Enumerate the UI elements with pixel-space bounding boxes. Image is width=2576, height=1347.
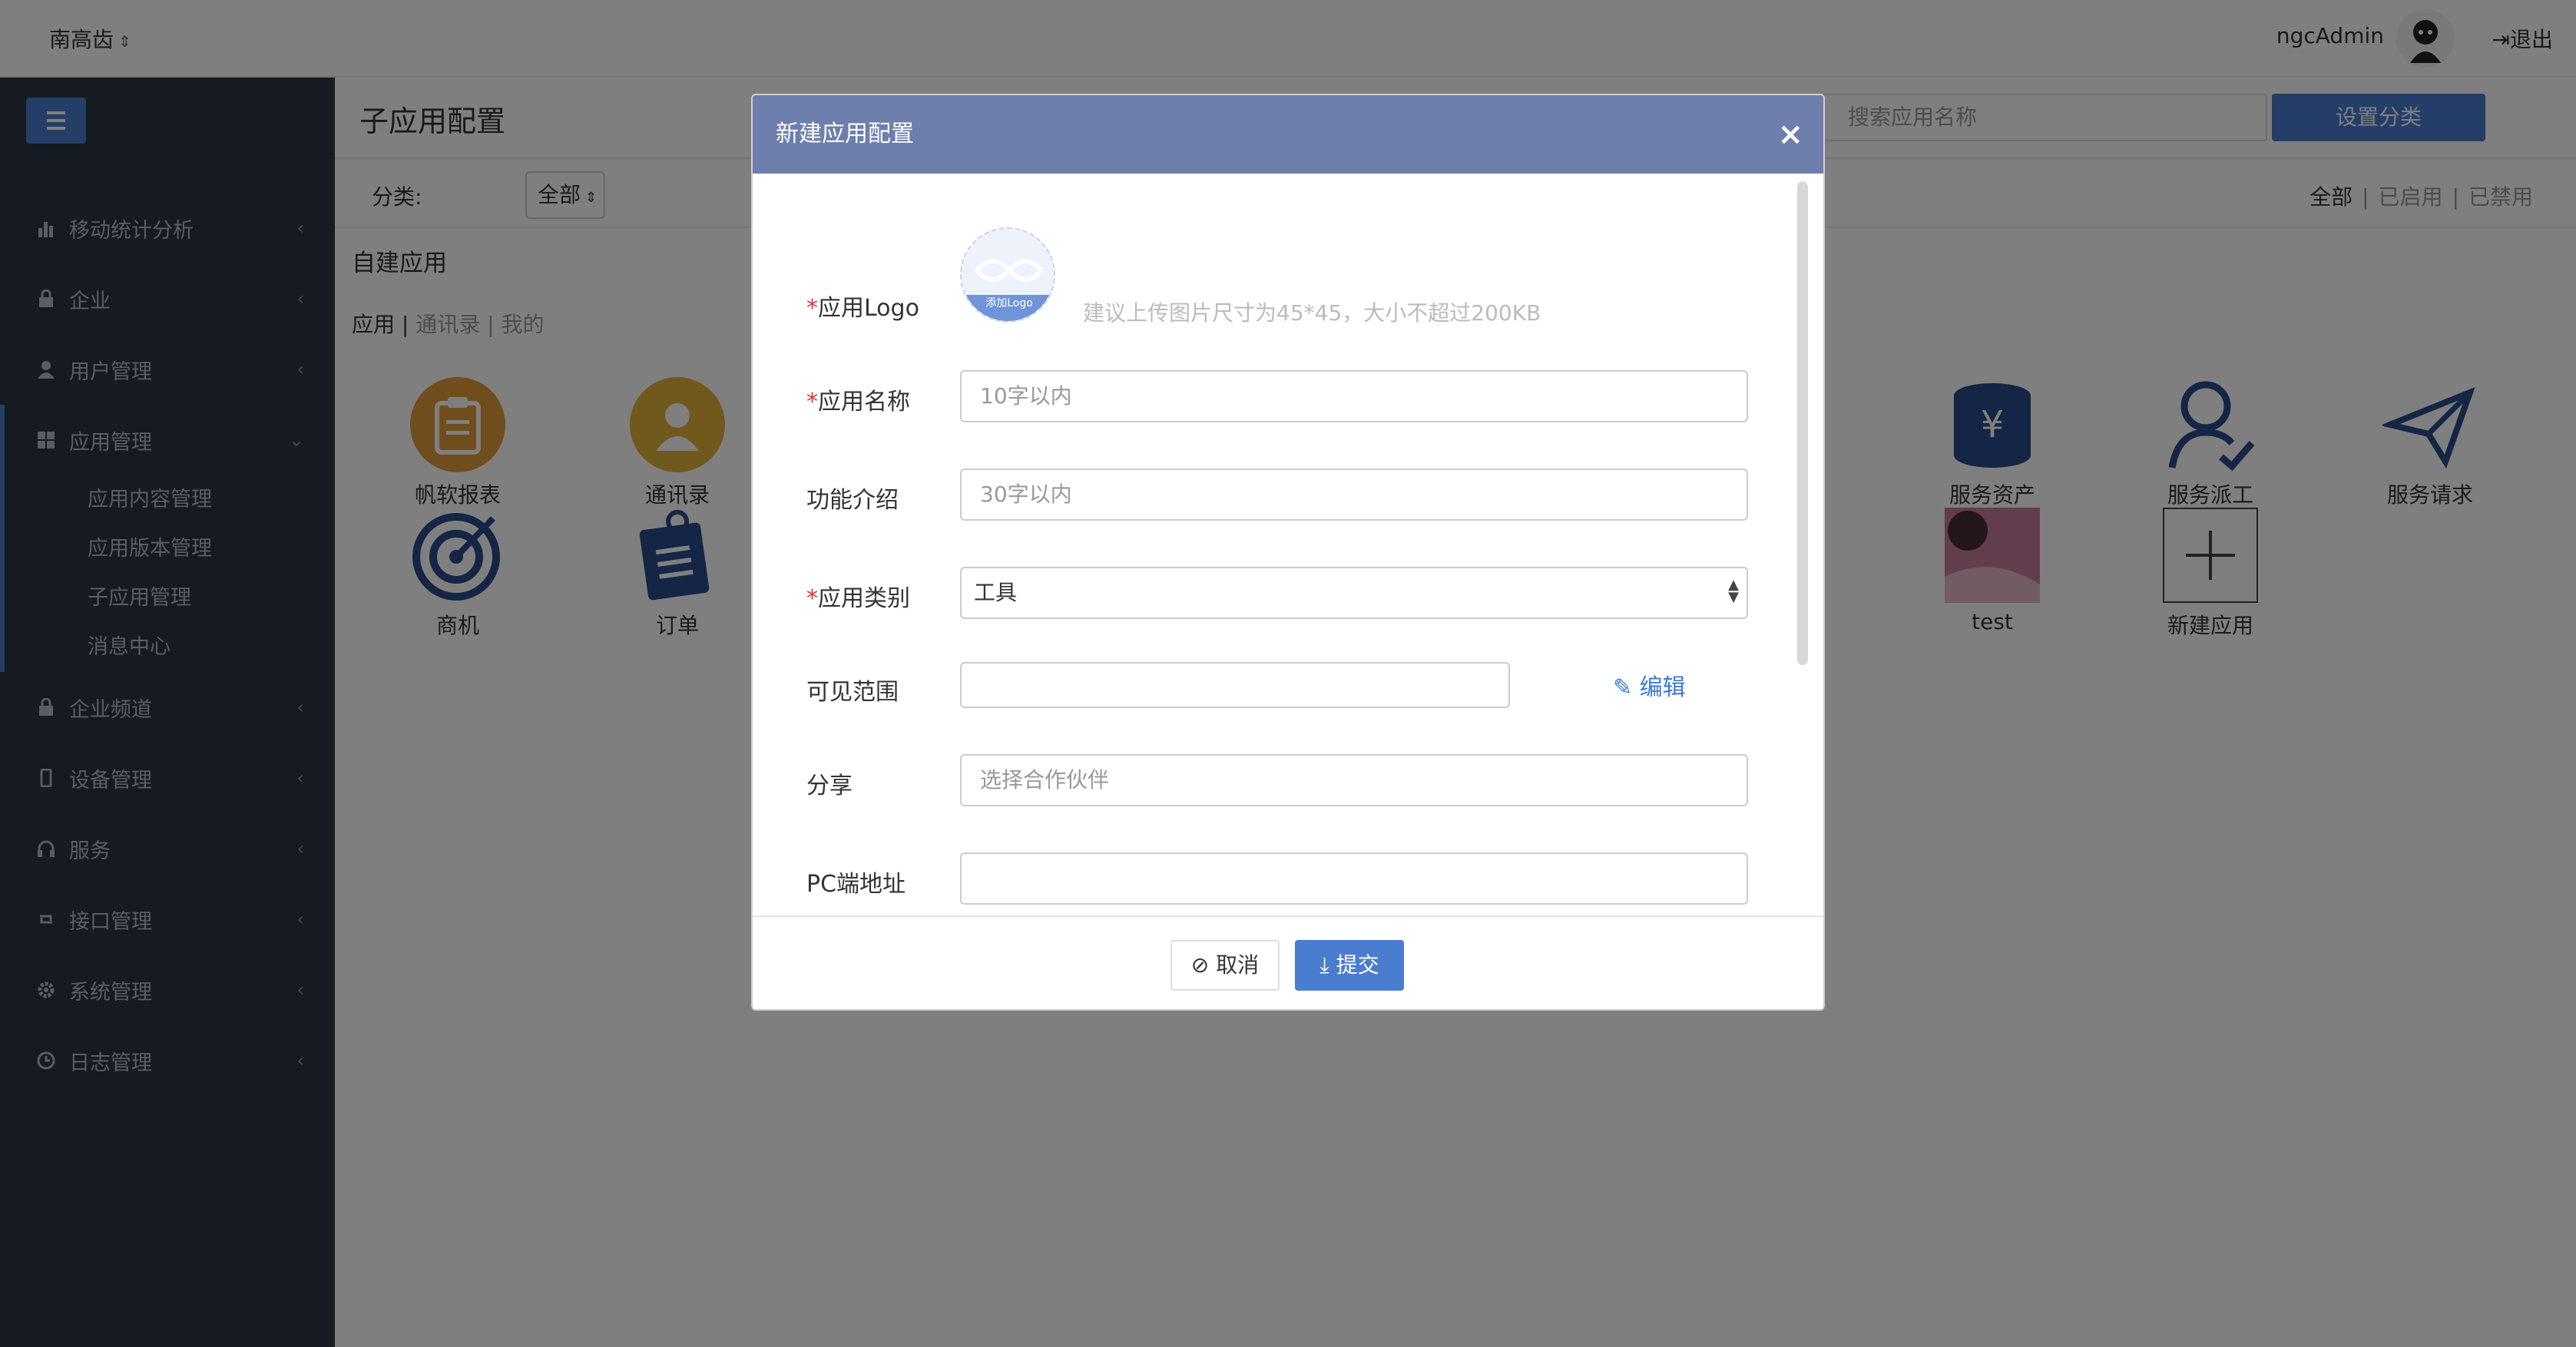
scope-input[interactable] — [960, 662, 1510, 708]
app-name-input[interactable]: 10字以内 — [960, 370, 1748, 422]
new-app-modal: 新建应用配置 × *应用Logo 添加Logo 建议上传图片尺寸为45*45，大… — [751, 94, 1825, 1011]
logo-hint: 建议上传图片尺寸为45*45，大小不超过200KB — [1083, 300, 1541, 326]
submit-button[interactable]: ⤓ 提交 — [1295, 940, 1404, 991]
partner-select[interactable]: 选择合作伙伴 — [960, 754, 1748, 806]
intro-label: 功能介绍 — [806, 487, 899, 514]
submit-label: 提交 — [1336, 952, 1379, 978]
edit-icon: ✎ — [1613, 674, 1633, 701]
intro-input[interactable]: 30字以内 — [960, 468, 1748, 521]
name-label: *应用名称 — [806, 389, 910, 415]
modal-title: 新建应用配置 — [776, 121, 914, 147]
category-select[interactable]: 工具 ▲ ▼ — [960, 567, 1748, 619]
pc-url-input[interactable] — [960, 852, 1748, 905]
scope-label: 可见范围 — [806, 679, 899, 706]
cancel-label: 取消 — [1216, 952, 1260, 978]
category-select-value: 工具 — [974, 580, 1018, 605]
edit-label: 编辑 — [1639, 674, 1686, 701]
logo-upload[interactable]: 添加Logo — [960, 227, 1055, 323]
modal-header: 新建应用配置 × — [753, 95, 1823, 174]
logo-badge: 添加Logo — [985, 297, 1033, 309]
edit-scope-link[interactable]: ✎ 编辑 — [1613, 668, 1686, 702]
close-icon[interactable]: × — [1777, 95, 1803, 174]
modal-footer: ⊘ 取消 ⤓ 提交 — [753, 915, 1823, 1009]
download-icon: ⤓ — [1319, 952, 1329, 978]
select-arrows-icon: ▲ ▼ — [1728, 577, 1739, 605]
modal-body: *应用Logo 添加Logo 建议上传图片尺寸为45*45，大小不超过200KB… — [753, 174, 1823, 918]
pc-url-label: PC端地址 — [806, 871, 906, 898]
category-label: *应用类别 — [806, 585, 910, 612]
scrollbar[interactable] — [1797, 181, 1808, 665]
share-label: 分享 — [806, 773, 853, 799]
ban-icon: ⊘ — [1190, 952, 1210, 978]
cancel-button[interactable]: ⊘ 取消 — [1170, 940, 1280, 991]
logo-label: *应用Logo — [806, 295, 919, 322]
